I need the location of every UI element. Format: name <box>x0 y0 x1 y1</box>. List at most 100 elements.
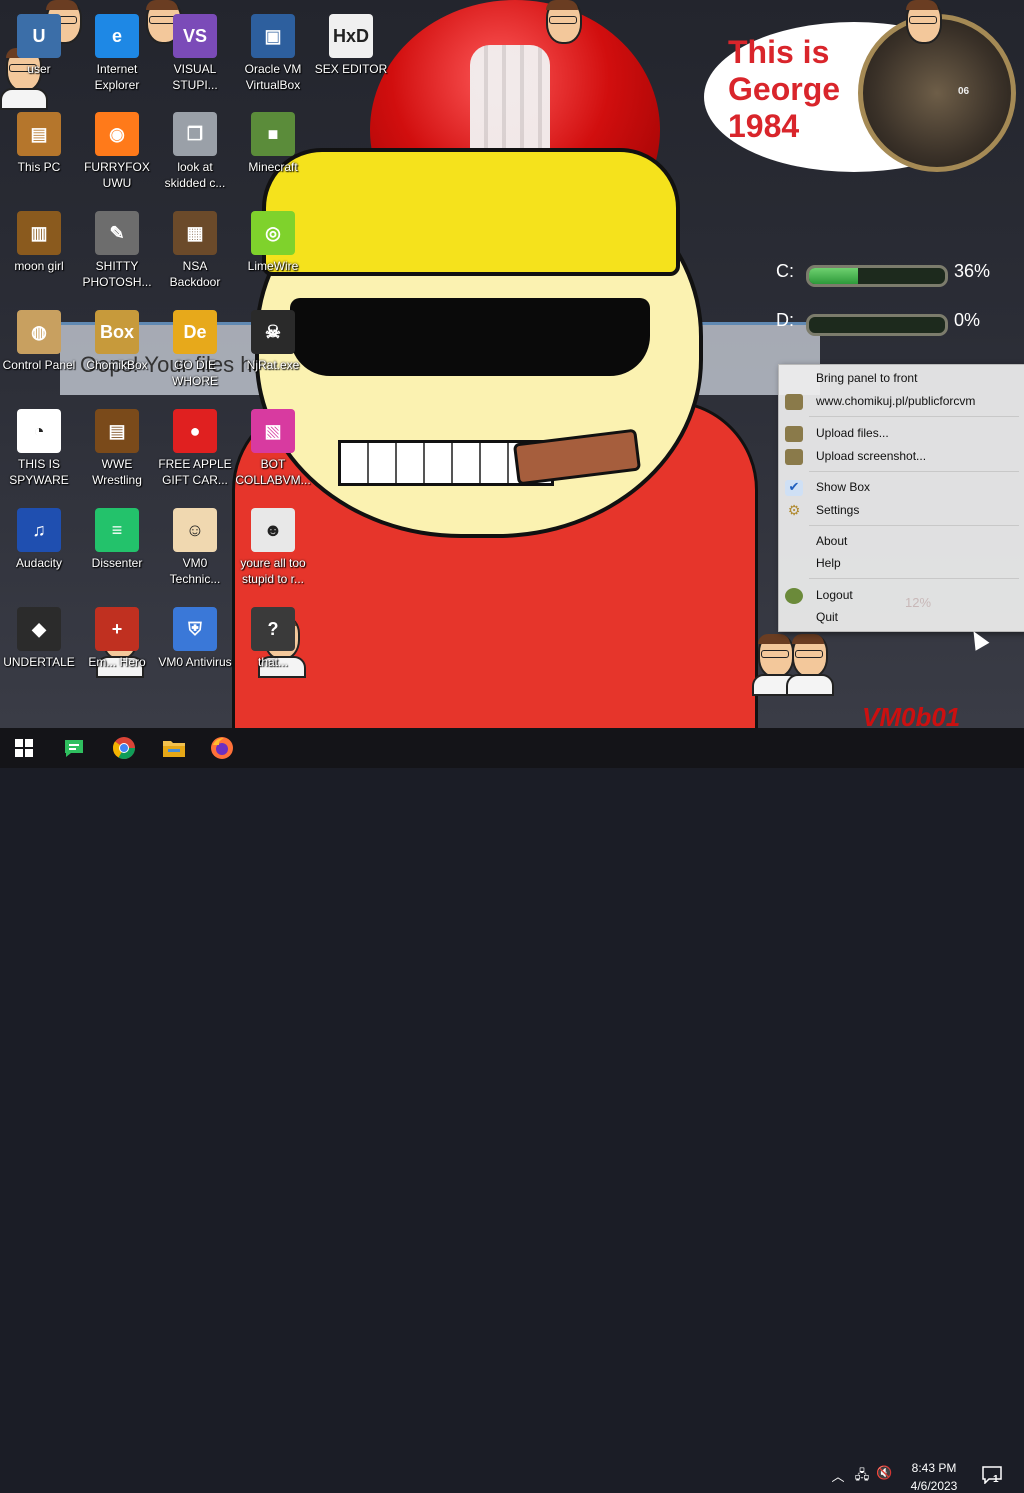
desktop-icon-dissenter[interactable]: ≡ Dissenter <box>78 508 156 571</box>
desktop-icon-this-is-spyware[interactable]: ◔ THIS IS SPYWARE <box>0 409 78 488</box>
taskbar-file-explorer[interactable] <box>150 728 198 768</box>
desktop-icon-chomikbox[interactable]: Box ChomikBox <box>78 310 156 373</box>
desktop-icon-njrat[interactable]: ☠ NjRat.exe <box>234 310 312 373</box>
menu-item-help[interactable]: Help <box>779 553 1024 575</box>
youre-all-too-stupid-icon: ☻ <box>251 508 295 552</box>
firefox-icon <box>211 737 233 759</box>
clock-time[interactable]: 8:43 PM <box>904 1461 964 1475</box>
desktop-icon-visual-studio[interactable]: VS VISUAL STUPI... <box>156 14 234 93</box>
desktop-icon-label: NSA Backdoor <box>169 259 221 289</box>
menu-item-label: www.chomikuj.pl/publicforcvm <box>816 394 976 408</box>
desktop-icon-label: UNDERTALE <box>3 655 75 669</box>
desktop-icon-control-panel[interactable]: ◍ Control Panel <box>0 310 78 373</box>
notification-count: 1 <box>993 1474 999 1485</box>
menu-item-upload-screenshot[interactable]: Upload screenshot... <box>779 446 1024 468</box>
desktop-icon-wwe-wrestling[interactable]: ▤ WWE Wrestling <box>78 409 156 488</box>
vm0-technician-icon: ☺ <box>173 508 217 552</box>
menu-separator <box>809 578 1019 579</box>
desktop-icon-emergency-hero[interactable]: + Em... Hero <box>78 607 156 670</box>
desktop-icon-furryfox[interactable]: ◉ FURRYFOX UWU <box>78 112 156 191</box>
hamster-icon <box>785 426 803 442</box>
notification-center-icon[interactable]: 1 <box>982 1466 1002 1486</box>
desktop: This is George 1984 06 Oops! Your files … <box>0 0 1024 728</box>
start-button[interactable] <box>0 728 48 768</box>
desktop-icon-audacity[interactable]: ♫ Audacity <box>0 508 78 571</box>
drive-usage-bar <box>806 265 948 287</box>
desktop-icon-label: BOT COLLABVM... <box>235 457 311 487</box>
desktop-icon-youre-all-too-stupid[interactable]: ☻ youre all too stupid to r... <box>234 508 312 587</box>
minecraft-icon: ■ <box>251 112 295 156</box>
hank-sticker-icon <box>786 634 834 696</box>
desktop-icon-sex-editor[interactable]: HxD SEX EDITOR <box>312 14 390 77</box>
desktop-icon-label: Internet Explorer <box>94 62 140 92</box>
desktop-icon-look-at-skidded[interactable]: ❐ look at skidded c... <box>156 112 234 191</box>
desktop-icon-oracle-vm-virtualbox[interactable]: ▣ Oracle VM VirtualBox <box>234 14 312 93</box>
wwe-wrestling-icon: ▤ <box>95 409 139 453</box>
control-panel-icon: ◍ <box>17 310 61 354</box>
desktop-icon-go-die-whore[interactable]: De GO DIE WHORE <box>156 310 234 389</box>
faded-percent: 12% <box>905 595 932 610</box>
network-icon[interactable]: 🖧 <box>854 1466 870 1484</box>
desktop-icon-this-pc[interactable]: ▤ This PC <box>0 112 78 175</box>
taskbar-dissenter[interactable] <box>50 728 98 768</box>
desktop-icon-shitty-photoshop[interactable]: ✎ SHITTY PHOTOSH... <box>78 211 156 290</box>
desktop-icon-user[interactable]: Uuser <box>0 14 78 77</box>
desktop-icon-free-apple-gift-card[interactable]: ● FREE APPLE GIFT CAR... <box>156 409 234 488</box>
menu-item-about[interactable]: About <box>779 531 1024 553</box>
desktop-icon-that[interactable]: ? that... <box>234 607 312 670</box>
drive-usage-bar <box>806 314 948 336</box>
drive-percent: 36% <box>954 261 991 281</box>
hamster-icon <box>785 449 803 465</box>
desktop-icon-nsa-backdoor[interactable]: ▦ NSA Backdoor <box>156 211 234 290</box>
nsa-backdoor-icon: ▦ <box>173 211 217 255</box>
desktop-icon-label: VISUAL STUPI... <box>172 62 218 92</box>
undertale-icon: ◆ <box>17 607 61 651</box>
desktop-icon-limewire[interactable]: ◎ LimeWire <box>234 211 312 274</box>
desktop-icon-minecraft[interactable]: ■ Minecraft <box>234 112 312 175</box>
menu-item-settings[interactable]: ⚙ Settings <box>779 500 1024 522</box>
menu-separator <box>809 525 1019 526</box>
menu-item-label: Upload files... <box>816 426 889 440</box>
menu-item-bring-panel-to-front[interactable]: Bring panel to front <box>779 368 1024 390</box>
wallpaper-speech-text: This is George 1984 <box>728 34 841 144</box>
desktop-icon-label: WWE Wrestling <box>92 457 142 487</box>
drive-percent: 0% <box>954 310 981 330</box>
hank-sticker-icon <box>900 0 944 58</box>
desktop-icon-moon-girl[interactable]: ▥ moon girl <box>0 211 78 274</box>
menu-item-quit[interactable]: Quit <box>779 607 1024 629</box>
desktop-icon-vm0-technician[interactable]: ☺ VM0 Technic... <box>156 508 234 587</box>
moon-girl-icon: ▥ <box>17 211 61 255</box>
menu-item-chomikuj-url[interactable]: www.chomikuj.pl/publicforcvm <box>779 391 1024 413</box>
clock-date[interactable]: 4/6/2023 <box>904 1479 964 1493</box>
desktop-icon-label: youre all too stupid to r... <box>240 556 306 586</box>
taskbar-firefox[interactable] <box>198 728 246 768</box>
go-die-whore-icon: De <box>173 310 217 354</box>
desktop-icon-vm0-antivirus[interactable]: ⛨ VM0 Antivirus <box>156 607 234 670</box>
vm0-antivirus-icon: ⛨ <box>173 607 217 651</box>
desktop-icon-undertale[interactable]: ◆ UNDERTALE <box>0 607 78 670</box>
desktop-icon-label: SEX EDITOR <box>314 62 388 76</box>
emergency-hero-icon: + <box>95 607 139 651</box>
njrat-icon: ☠ <box>251 310 295 354</box>
desktop-icon-label: SHITTY PHOTOSH... <box>82 259 152 289</box>
desktop-icon-label: moon girl <box>14 259 64 273</box>
sex-editor-icon: HxD <box>329 14 373 58</box>
chomikbox-icon: Box <box>95 310 139 354</box>
desktop-icon-label: Minecraft <box>248 160 298 174</box>
menu-item-logout[interactable]: Logout <box>779 585 1024 607</box>
desktop-icon-label: LimeWire <box>247 259 299 273</box>
taskbar-chrome[interactable] <box>100 728 148 768</box>
drive-meter-d: D: 0% <box>742 308 1012 336</box>
desktop-icon-internet-explorer[interactable]: e Internet Explorer <box>78 14 156 93</box>
menu-separator <box>809 416 1019 417</box>
show-hidden-icons-chevron-icon[interactable]: ︿ <box>830 1466 846 1485</box>
volume-muted-icon[interactable]: 🔇 <box>876 1466 892 1484</box>
menu-item-label: Bring panel to front <box>816 371 918 385</box>
desktop-icon-label: ChomikBox <box>86 358 148 372</box>
menu-item-upload-files[interactable]: Upload files... <box>779 423 1024 445</box>
clock-number: 06 <box>958 86 970 97</box>
menu-item-show-box[interactable]: ✔ Show Box <box>779 477 1024 499</box>
desktop-icon-bot-collabvm[interactable]: ▧ BOT COLLABVM... <box>234 409 312 488</box>
desktop-icon-label: that... <box>257 655 289 669</box>
menu-item-label: Quit <box>816 610 839 624</box>
